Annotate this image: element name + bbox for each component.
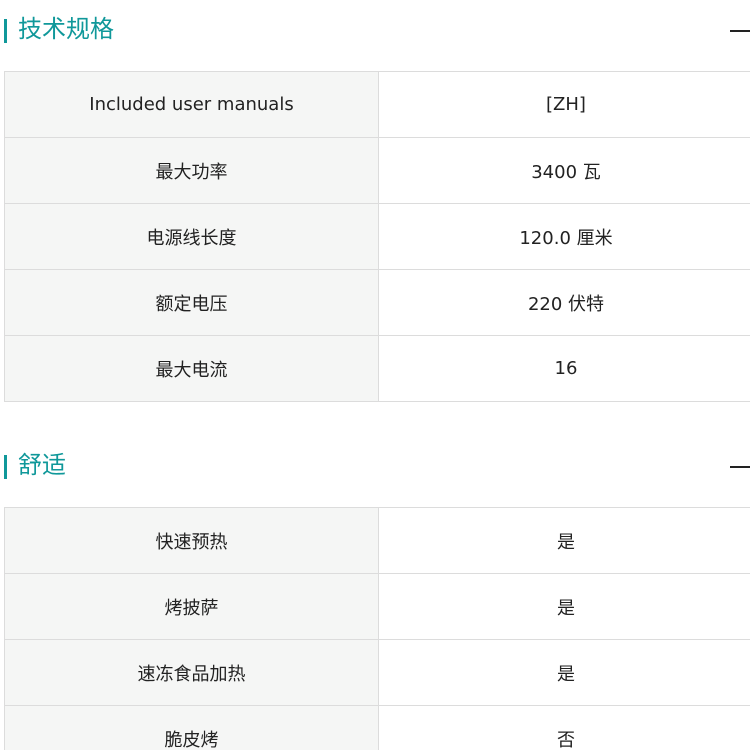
spec-value: [ZH] (546, 94, 586, 115)
table-row: Included user manuals [ZH] (5, 72, 750, 138)
spec-value: 是 (557, 531, 575, 553)
section-title: 技术规格 (18, 15, 114, 43)
spec-label: 最大功率 (5, 138, 379, 203)
spec-table-tech-specs: Included user manuals [ZH] 最大功率 3400 瓦 电… (4, 71, 750, 402)
table-row: 电源线长度 120.0 厘米 (5, 204, 750, 270)
spec-value: 是 (557, 597, 575, 619)
section-title: 舒适 (18, 451, 66, 479)
product-spec-page: 技术规格 Included user manuals [ZH] 最大功率 340… (0, 0, 750, 750)
minus-icon[interactable] (728, 457, 750, 479)
spec-label: 速冻食品加热 (5, 640, 379, 705)
spec-value: 220 伏特 (527, 293, 605, 315)
spec-value: 3400 瓦 (531, 161, 601, 183)
section-header-tech-specs[interactable]: 技术规格 (0, 9, 750, 49)
table-row: 快速预热 是 (5, 508, 750, 574)
spec-value: 16 (554, 358, 578, 379)
spec-label: 额定电压 (5, 270, 379, 335)
table-row: 脆皮烤 否 (5, 706, 750, 750)
spec-table-comfort: 快速预热 是 烤披萨 是 速冻食品加热 是 脆皮烤 否 (4, 507, 750, 750)
accent-bar (4, 455, 7, 479)
spec-value: 否 (557, 729, 575, 750)
section-header-comfort[interactable]: 舒适 (0, 445, 750, 485)
accent-bar (4, 19, 7, 43)
spec-value: 120.0 厘米 (519, 227, 613, 249)
table-row: 额定电压 220 伏特 (5, 270, 750, 336)
minus-icon[interactable] (728, 21, 750, 43)
table-row: 最大电流 16 (5, 336, 750, 402)
table-row: 最大功率 3400 瓦 (5, 138, 750, 204)
spec-label: 最大电流 (5, 336, 379, 401)
spec-label: Included user manuals (5, 72, 379, 137)
spec-value: 是 (557, 663, 575, 685)
spec-label: 快速预热 (5, 508, 379, 573)
spec-label: 电源线长度 (5, 204, 379, 269)
table-row: 速冻食品加热 是 (5, 640, 750, 706)
spec-label: 脆皮烤 (5, 706, 379, 750)
spec-label: 烤披萨 (5, 574, 379, 639)
table-row: 烤披萨 是 (5, 574, 750, 640)
